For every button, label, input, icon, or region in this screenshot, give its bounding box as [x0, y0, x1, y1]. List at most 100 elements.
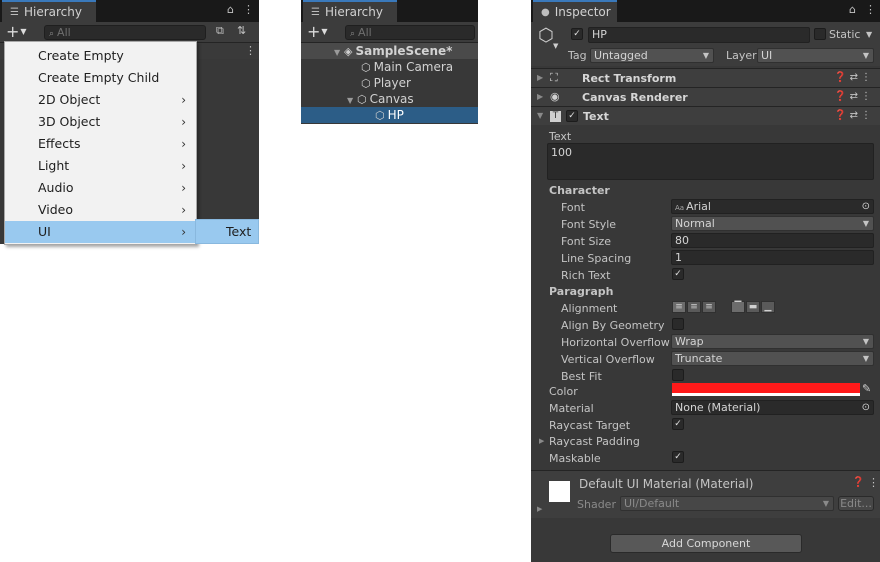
hierarchy-tab[interactable]: ☰ Hierarchy	[303, 0, 397, 22]
active-checkbox[interactable]: ✓	[571, 28, 583, 40]
chevron-down-icon: ▼	[862, 51, 869, 60]
fold-down-icon[interactable]: ▼	[537, 111, 543, 120]
shader-label: Shader	[577, 498, 616, 511]
static-checkbox[interactable]	[814, 28, 826, 40]
menu-item-effects[interactable]: Effects ›	[5, 133, 196, 155]
help-icon[interactable]: ❓	[852, 477, 864, 488]
chevron-down-icon[interactable]: ▼	[866, 30, 872, 39]
tree-item-main-camera[interactable]: ⬡ Main Camera	[301, 59, 478, 75]
material-field[interactable]: None (Material) ⊙	[671, 400, 874, 415]
chevron-right-icon: ›	[181, 115, 186, 129]
menu-item-audio[interactable]: Audio ›	[5, 177, 196, 199]
horizontal-overflow-dropdown[interactable]: Wrap ▼	[671, 334, 874, 349]
lock-icon[interactable]: ⌂	[227, 3, 234, 16]
menu-item-video[interactable]: Video ›	[5, 199, 196, 221]
component-tools[interactable]: ❓⇄⋮	[834, 110, 874, 121]
shader-dropdown[interactable]: UI/Default ▼	[620, 496, 834, 511]
component-rect-transform[interactable]: ▶ ⛶ Rect Transform ❓⇄⋮	[531, 68, 880, 87]
settings-icon[interactable]: ⇄	[850, 110, 861, 121]
tag-value: Untagged	[594, 49, 648, 62]
object-picker-icon[interactable]: ⊙	[862, 401, 870, 414]
menu-item-light[interactable]: Light ›	[5, 155, 196, 177]
menu-item-label: UI	[38, 224, 51, 239]
component-tools[interactable]: ❓⇄⋮	[834, 72, 874, 83]
tree-item-hp[interactable]: ⬡ HP	[301, 107, 478, 123]
kebab-icon[interactable]: ⋮	[861, 110, 874, 121]
lock-icon[interactable]: ⌂	[849, 3, 856, 16]
align-right-button[interactable]: ≡	[702, 301, 716, 313]
fold-right-icon[interactable]: ▶	[537, 92, 543, 101]
component-tools[interactable]: ❓⇄⋮	[834, 91, 874, 102]
component-enabled-checkbox[interactable]: ✓	[566, 110, 578, 122]
edit-shader-button[interactable]: Edit...	[838, 496, 874, 511]
align-center-button[interactable]: ≡	[687, 301, 701, 313]
align-left-button[interactable]: ≡	[672, 301, 686, 313]
align-bottom-button[interactable]: ▁	[761, 301, 775, 313]
object-name-field[interactable]: HP	[588, 27, 810, 43]
tree-item-player[interactable]: ⬡ Player	[301, 75, 478, 91]
plus-icon[interactable]: +▼	[6, 23, 27, 41]
search-input[interactable]: ⌕ All	[44, 25, 206, 40]
rich-text-checkbox[interactable]: ✓	[672, 268, 684, 280]
align-top-button[interactable]: ▔	[731, 301, 745, 313]
font-value: Arial	[686, 200, 711, 213]
material-preview	[549, 481, 570, 502]
fold-right-icon[interactable]: ▶	[537, 73, 543, 82]
kebab-icon[interactable]: ⋮	[868, 476, 879, 489]
hierarchy-toolbar: +▼ ⌕ All	[301, 22, 478, 43]
chevron-right-icon: ›	[181, 181, 186, 195]
eyedropper-icon[interactable]: ✎	[862, 382, 871, 395]
chevron-down-icon: ▼	[862, 354, 869, 363]
menu-item-ui[interactable]: UI ›	[5, 221, 196, 243]
material-asset-section: ▶ Default UI Material (Material) ❓ ⋮ Sha…	[531, 470, 880, 518]
object-picker-icon[interactable]: ⊙	[862, 200, 870, 213]
kebab-icon[interactable]: ⋮	[865, 3, 876, 16]
font-field[interactable]: Aa Arial ⊙	[671, 199, 874, 214]
chevron-down-icon[interactable]: ▼	[553, 42, 558, 50]
tag-dropdown[interactable]: Untagged ▼	[590, 48, 714, 63]
menu-item-create-empty[interactable]: Create Empty	[5, 45, 196, 67]
settings-icon[interactable]: ⇄	[850, 72, 861, 83]
kebab-icon[interactable]: ⋮	[243, 3, 254, 16]
text-area[interactable]: 100	[547, 143, 874, 180]
component-text[interactable]: ▼ T ✓ Text ❓⇄⋮	[531, 106, 880, 125]
sort-icon[interactable]: ⇅	[237, 24, 246, 37]
menu-item-2d-object[interactable]: 2D Object ›	[5, 89, 196, 111]
hierarchy-tab[interactable]: ☰ Hierarchy	[2, 0, 96, 22]
help-icon[interactable]: ❓	[834, 91, 849, 102]
submenu-item-text[interactable]: Text	[195, 219, 259, 244]
fold-right-icon[interactable]: ▶	[537, 505, 542, 513]
add-component-button[interactable]: Add Component	[610, 534, 802, 553]
kebab-icon[interactable]: ⋮	[245, 44, 256, 57]
tree-item-scene[interactable]: ▼ ◈ SampleScene*	[301, 43, 478, 59]
rich-text-label: Rich Text	[561, 269, 611, 282]
menu-item-create-empty-child[interactable]: Create Empty Child	[5, 67, 196, 89]
menu-item-3d-object[interactable]: 3D Object ›	[5, 111, 196, 133]
component-canvas-renderer[interactable]: ▶ ◉ Canvas Renderer ❓⇄⋮	[531, 87, 880, 106]
raycast-padding-label[interactable]: Raycast Padding	[549, 435, 640, 448]
rect-transform-icon: ⛶	[550, 71, 558, 84]
font-size-field[interactable]: 80	[671, 233, 874, 248]
settings-icon[interactable]: ⇄	[850, 91, 861, 102]
fold-right-icon[interactable]: ▶	[539, 437, 544, 445]
help-icon[interactable]: ❓	[834, 110, 849, 121]
vertical-overflow-dropdown[interactable]: Truncate ▼	[671, 351, 874, 366]
help-icon[interactable]: ❓	[834, 72, 849, 83]
color-swatch[interactable]	[672, 383, 860, 396]
search-input[interactable]: ⌕ All	[345, 25, 475, 40]
maskable-checkbox[interactable]: ✓	[672, 451, 684, 463]
tree-item-canvas[interactable]: ▼ ⬡ Canvas	[301, 91, 478, 107]
font-style-dropdown[interactable]: Normal ▼	[671, 216, 874, 231]
best-fit-checkbox[interactable]	[672, 369, 684, 381]
layer-dropdown[interactable]: UI ▼	[757, 48, 874, 63]
raycast-target-checkbox[interactable]: ✓	[672, 418, 684, 430]
align-middle-button[interactable]: ▬	[746, 301, 760, 313]
inspector-tab[interactable]: ● Inspector	[533, 0, 617, 22]
kebab-icon[interactable]: ⋮	[861, 91, 874, 102]
align-by-geometry-checkbox[interactable]	[672, 318, 684, 330]
kebab-icon[interactable]: ⋮	[861, 72, 874, 83]
menu-item-label: Effects	[38, 136, 81, 151]
plus-icon[interactable]: +▼	[307, 23, 328, 41]
scene-visibility-icon[interactable]: ⧉	[216, 24, 224, 38]
line-spacing-field[interactable]: 1	[671, 250, 874, 265]
